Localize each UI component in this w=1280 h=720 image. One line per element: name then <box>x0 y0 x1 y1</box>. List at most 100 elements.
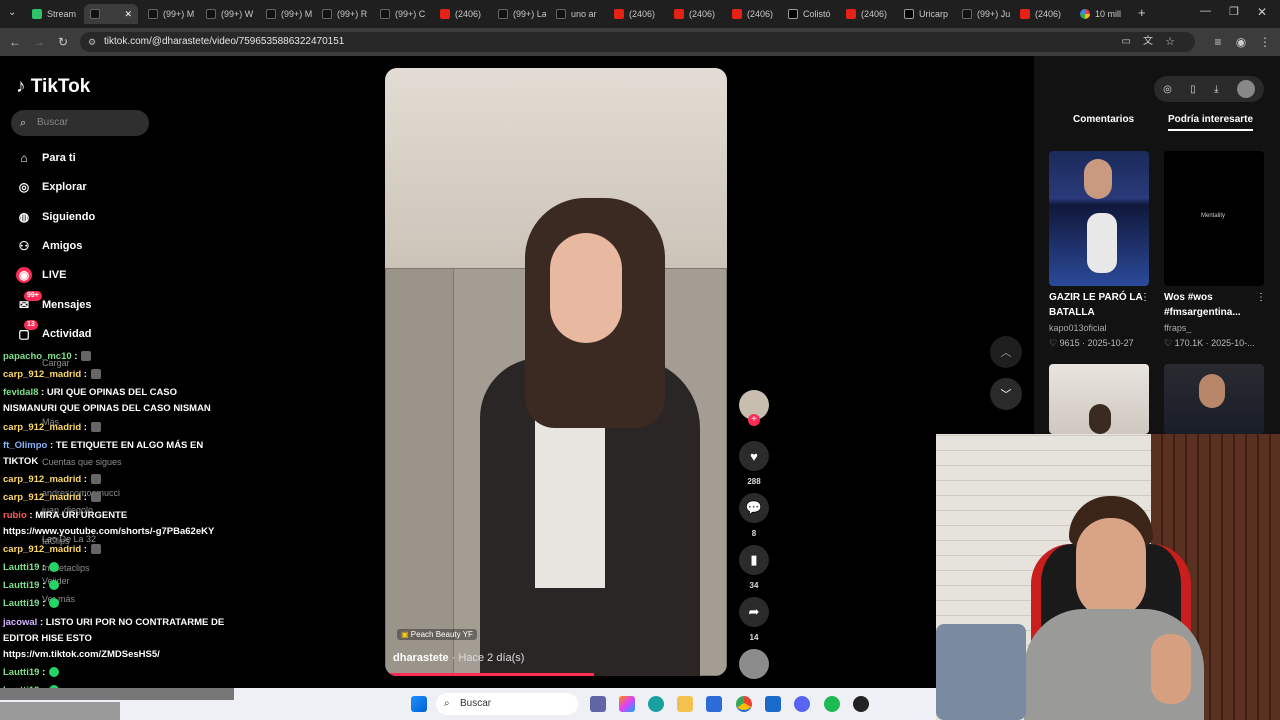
sidebar-item-amigos[interactable]: ⚇ Amigos <box>16 236 83 256</box>
search-input[interactable]: ⌕ Buscar <box>11 110 149 136</box>
video-progress-bar[interactable] <box>385 673 594 676</box>
share-button[interactable]: ➦ 14 <box>738 597 770 642</box>
follow-plus-icon[interactable]: + <box>748 414 760 426</box>
media-control-icon[interactable]: ≡ <box>1210 34 1226 50</box>
url-field[interactable]: ⚙ tiktok.com/@dharastete/video/759653588… <box>80 32 1195 52</box>
maximize-icon[interactable]: ❐ <box>1229 5 1239 18</box>
tab-12[interactable]: (2406) <box>726 4 780 24</box>
card-2-caption[interactable]: Wos #wos #fmsargentina... <box>1164 290 1264 320</box>
sidebar-item-siguiendo[interactable]: ◍ Siguiendo <box>16 207 95 227</box>
reload-icon[interactable]: ↻ <box>55 34 71 50</box>
tab-18[interactable]: 10 mill <box>1074 4 1130 24</box>
chat-username: carp_912_madrid <box>3 492 82 503</box>
tab-1[interactable]: ✕ <box>84 4 138 24</box>
tab-17[interactable]: (2406) <box>1014 4 1068 24</box>
music-disc-button[interactable] <box>738 649 770 679</box>
chat-message: fevidal8 : URI QUE OPINAS DEL CASO <box>3 385 177 401</box>
suggested-thumb-1[interactable] <box>1049 151 1149 286</box>
chat-username: Lautti19 <box>3 580 40 591</box>
discord-icon[interactable] <box>794 696 810 712</box>
card-2-user[interactable]: ffraps_ <box>1164 323 1191 333</box>
card-1-user[interactable]: kapo013oficial <box>1049 323 1107 333</box>
video-player[interactable]: ▣ Peach Beauty YF dharastete · Hace 2 dí… <box>385 68 727 676</box>
heart-small-icon: ♡ <box>1049 338 1058 348</box>
download-icon[interactable]: ⤓ <box>1214 84 1218 95</box>
tab-10[interactable]: (2406) <box>608 4 662 24</box>
store-icon[interactable] <box>706 696 722 712</box>
cast-icon[interactable]: ▭ <box>1122 32 1131 52</box>
video-author[interactable]: dharastete · Hace 2 día(s) <box>393 652 524 664</box>
chat-username: Lautti19 <box>3 667 40 678</box>
tab-4[interactable]: (99+) M <box>260 4 314 24</box>
card-1-caption[interactable]: GAZIR LE PARÓ LA BATALLA <box>1049 290 1149 320</box>
back-icon[interactable]: ← <box>7 34 23 50</box>
tab-11[interactable]: (2406) <box>668 4 722 24</box>
tab-8[interactable]: (99+) La <box>492 4 546 24</box>
save-button[interactable]: ▮ 34 <box>738 545 770 590</box>
edge-icon[interactable] <box>648 696 664 712</box>
chat-emote-icon <box>49 667 60 678</box>
user-avatar[interactable] <box>1236 80 1255 98</box>
close-window-icon[interactable]: ✕ <box>1257 5 1267 19</box>
profile-icon[interactable]: ◉ <box>1233 34 1249 50</box>
author-avatar-button[interactable]: + <box>738 390 770 426</box>
tab-13[interactable]: Colistó <box>782 4 836 24</box>
tab-0[interactable]: Stream <box>26 4 76 24</box>
obs-icon[interactable] <box>853 696 869 712</box>
comment-button[interactable]: 💬 8 <box>738 493 770 538</box>
tab-14[interactable]: (2406) <box>840 4 894 24</box>
tiktok-logo[interactable]: ♪ TikTok <box>16 76 90 98</box>
tab-16[interactable]: (99+) Ju <box>956 4 1010 24</box>
translate-icon[interactable]: 文 <box>1143 32 1153 52</box>
tab-2[interactable]: (99+) M <box>142 4 196 24</box>
new-tab-icon[interactable]: + <box>1138 5 1146 20</box>
tab-9[interactable]: uno ar <box>550 4 604 24</box>
tab-label: 10 mill <box>1095 9 1122 19</box>
phone-icon[interactable]: ▯ <box>1190 84 1196 95</box>
green-icon <box>32 9 42 19</box>
menu-icon[interactable]: ⋮ <box>1257 34 1273 50</box>
teams-icon[interactable] <box>590 696 606 712</box>
tab-5[interactable]: (99+) R <box>316 4 370 24</box>
file-explorer-icon[interactable] <box>677 696 693 712</box>
sidebar-item-explorar[interactable]: ◎ Explorar <box>16 177 87 197</box>
sidebar-item-para-ti[interactable]: ⌂ Para ti <box>16 148 75 168</box>
chat-emote-icon <box>90 369 101 380</box>
forward-icon[interactable]: → <box>31 34 47 50</box>
notification-badge: 99+ <box>24 290 42 301</box>
compass-small-icon[interactable]: ◎ <box>1163 84 1172 95</box>
minimize-icon[interactable]: — <box>1200 5 1211 17</box>
windows-start-icon[interactable] <box>411 696 427 712</box>
suggested-thumb-3[interactable] <box>1049 364 1149 434</box>
sidebar-item-live[interactable]: ◉ LIVE <box>16 265 66 285</box>
outlook-icon[interactable] <box>765 696 781 712</box>
chat-text: EDITOR HISE ESTO <box>3 633 92 644</box>
tab-list-icon[interactable]: ⌄ <box>8 7 16 18</box>
music-icon: ▣ <box>401 630 409 639</box>
suggested-thumb-2[interactable]: Mentality <box>1164 151 1264 286</box>
chat-text: : <box>81 422 87 433</box>
tab-close-icon[interactable]: ✕ <box>124 9 132 20</box>
next-video-button[interactable]: ﹀ <box>990 378 1022 410</box>
tab-15[interactable]: Uricarp <box>898 4 952 24</box>
tab-3[interactable]: (99+) W <box>200 4 254 24</box>
copilot-icon[interactable] <box>619 696 635 712</box>
tab-7[interactable]: (2406) <box>434 4 488 24</box>
tab-podria-interesarte[interactable]: Podría interesarte <box>1168 114 1254 131</box>
taskbar-search-icon: ⌕ <box>444 698 450 709</box>
sidebar-item-mensajes[interactable]: ✉ 99+ Mensajes <box>16 290 92 315</box>
sidebar-item-actividad[interactable]: ▢ 13 Actividad <box>16 319 92 344</box>
music-tag[interactable]: ▣ Peach Beauty YF <box>397 629 477 640</box>
tab-6[interactable]: (99+) C <box>374 4 428 24</box>
activity-icon: ▢ 13 <box>16 319 38 342</box>
like-button[interactable]: ♥ 288 <box>738 441 770 486</box>
bookmark-star-icon[interactable]: ☆ <box>1165 32 1175 52</box>
chrome-icon[interactable] <box>736 696 752 712</box>
taskbar-search[interactable]: ⌕ Buscar <box>436 693 578 715</box>
spotify-icon[interactable] <box>824 696 840 712</box>
previous-video-button[interactable]: ︿ <box>990 336 1022 368</box>
site-info-icon[interactable]: ⚙ <box>88 32 96 52</box>
music-disc-icon <box>739 649 769 679</box>
tab-comentarios[interactable]: Comentarios <box>1073 114 1134 125</box>
suggested-thumb-4[interactable] <box>1164 364 1264 434</box>
